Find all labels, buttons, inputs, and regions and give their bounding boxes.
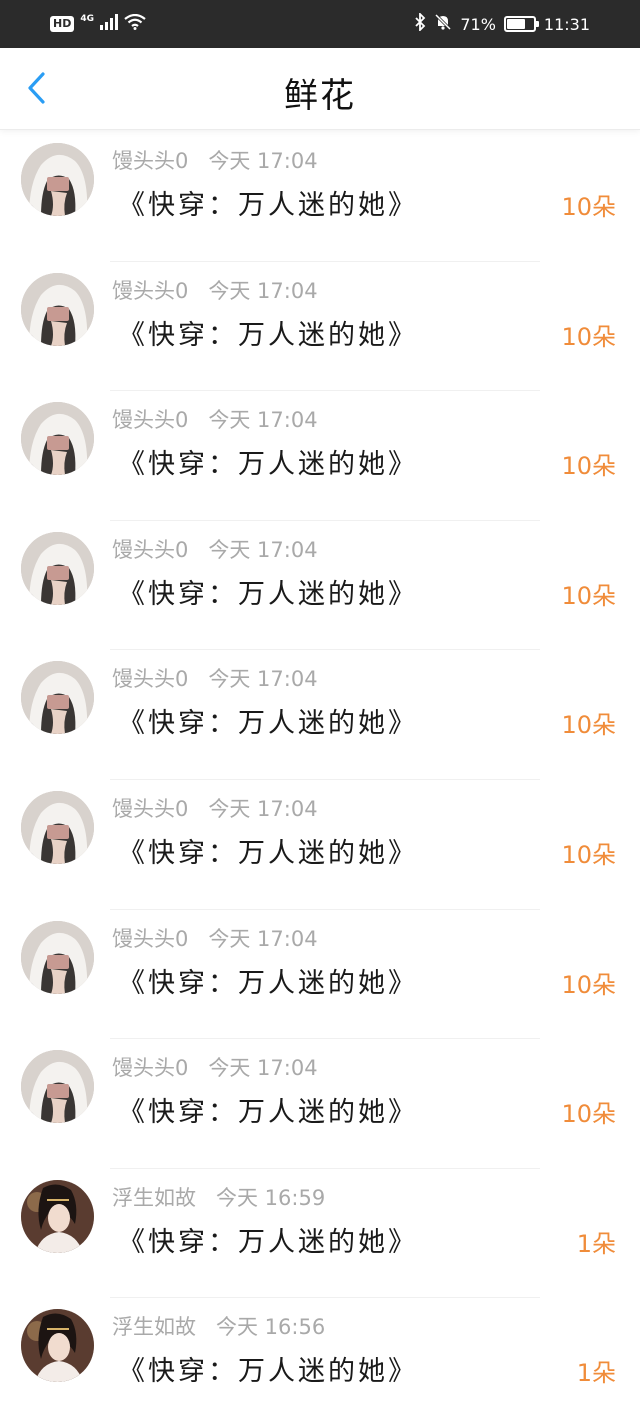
- avatar[interactable]: [21, 1179, 94, 1253]
- item-meta: 馒头头0 今天 17:04: [112, 793, 318, 823]
- item-meta: 馒头头0 今天 17:04: [112, 404, 318, 434]
- page-title: 鲜花: [284, 76, 356, 116]
- item-meta: 浮生如故 今天 16:56: [112, 1311, 325, 1341]
- username: 馒头头0: [112, 796, 189, 821]
- list-item[interactable]: 馒头头0 今天 17:04 《快穿：万人迷的她》 10朵: [0, 649, 640, 779]
- status-bar: HD 4G 71% 11:31: [0, 0, 640, 48]
- timestamp: 今天 17:04: [208, 1056, 318, 1081]
- username: 馒头头0: [112, 1056, 189, 1081]
- avatar-image: [21, 402, 94, 476]
- username: 浮生如故: [112, 1315, 196, 1340]
- avatar-image: [21, 920, 94, 994]
- username: 馒头头0: [112, 408, 189, 433]
- avatar[interactable]: [21, 1050, 94, 1124]
- avatar-image: [21, 661, 94, 735]
- flower-count: 10朵: [561, 581, 616, 610]
- mute-bell-icon: [434, 13, 452, 35]
- flower-count: 10朵: [561, 970, 616, 999]
- wifi-icon: [124, 13, 146, 34]
- avatar[interactable]: [21, 143, 94, 216]
- item-meta: 馒头头0 今天 17:04: [112, 534, 318, 564]
- item-meta: 馒头头0 今天 17:04: [112, 663, 318, 693]
- network-type: 4G: [80, 13, 94, 24]
- status-right: 71% 11:31: [414, 11, 590, 36]
- avatar-image: [21, 531, 94, 605]
- list-item[interactable]: 馒头头0 今天 17:04 《快穿：万人迷的她》 10朵: [0, 390, 640, 520]
- book-title[interactable]: 《快穿：万人迷的她》: [118, 442, 418, 481]
- top-bar: 鲜花: [0, 48, 640, 130]
- flower-list: 馒头头0 今天 17:04 《快穿：万人迷的她》 10朵 馒头头0 今天 17:04…: [0, 131, 640, 1427]
- avatar-image: [21, 272, 94, 346]
- list-item[interactable]: 浮生如故 今天 16:56 《快穿：万人迷的她》 1朵: [0, 1297, 640, 1427]
- username: 馒头头0: [112, 667, 189, 692]
- item-meta: 浮生如故 今天 16:59: [112, 1182, 325, 1212]
- item-meta: 馒头头0 今天 17:04: [112, 275, 318, 305]
- flower-count: 10朵: [561, 452, 616, 481]
- list-item[interactable]: 馒头头0 今天 17:04 《快穿：万人迷的她》 10朵: [0, 778, 640, 909]
- avatar[interactable]: [21, 790, 94, 864]
- avatar[interactable]: [21, 661, 94, 735]
- avatar-image: [21, 1050, 94, 1124]
- avatar[interactable]: [21, 272, 94, 346]
- avatar-image: [21, 790, 94, 864]
- list-item[interactable]: 馒头头0 今天 17:04 《快穿：万人迷的她》 10朵: [0, 519, 640, 650]
- flower-count: 10朵: [561, 840, 616, 869]
- list-item[interactable]: 馒头头0 今天 17:04 《快穿：万人迷的她》 10朵: [0, 908, 640, 1039]
- flower-count: 1朵: [576, 1359, 616, 1388]
- timestamp: 今天 17:04: [208, 537, 318, 562]
- hd-badge: HD: [50, 16, 75, 32]
- status-left: HD 4G: [50, 12, 146, 36]
- book-title[interactable]: 《快穿：万人迷的她》: [118, 831, 418, 870]
- avatar[interactable]: [21, 531, 94, 605]
- flower-count: 10朵: [561, 322, 616, 351]
- flower-count: 10朵: [561, 711, 616, 740]
- book-title[interactable]: 《快穿：万人迷的她》: [118, 961, 418, 1000]
- avatar[interactable]: [21, 920, 94, 994]
- list-item[interactable]: 浮生如故 今天 16:59 《快穿：万人迷的她》 1朵: [0, 1167, 640, 1298]
- timestamp: 今天 17:04: [208, 926, 318, 951]
- battery-level: [506, 19, 526, 29]
- item-meta: 馒头头0 今天 17:04: [112, 923, 318, 953]
- list-item[interactable]: 馒头头0 今天 17:04 《快穿：万人迷的她》 10朵: [0, 1038, 640, 1168]
- book-title[interactable]: 《快穿：万人迷的她》: [118, 1220, 418, 1259]
- timestamp: 今天 16:56: [216, 1315, 326, 1340]
- avatar-image: [21, 143, 94, 216]
- timestamp: 今天 17:04: [208, 667, 318, 692]
- username: 馒头头0: [112, 926, 189, 951]
- battery-percent: 71%: [460, 14, 496, 34]
- item-meta: 馒头头0 今天 17:04: [112, 145, 318, 175]
- book-title[interactable]: 《快穿：万人迷的她》: [118, 313, 418, 352]
- username: 浮生如故: [112, 1185, 196, 1210]
- flower-count: 10朵: [561, 1100, 616, 1129]
- timestamp: 今天 17:04: [208, 278, 318, 303]
- book-title[interactable]: 《快穿：万人迷的她》: [118, 1090, 418, 1129]
- avatar[interactable]: [21, 1309, 94, 1383]
- book-title[interactable]: 《快穿：万人迷的她》: [118, 572, 418, 611]
- book-title[interactable]: 《快穿：万人迷的她》: [118, 183, 418, 222]
- avatar-image: [21, 1309, 94, 1383]
- clock: 11:31: [543, 14, 590, 34]
- list-item[interactable]: 馒头头0 今天 17:04 《快穿：万人迷的她》 10朵: [0, 131, 640, 261]
- timestamp: 今天 17:04: [208, 408, 318, 433]
- book-title[interactable]: 《快穿：万人迷的她》: [118, 701, 418, 740]
- timestamp: 今天 16:59: [216, 1185, 326, 1210]
- list-item[interactable]: 馒头头0 今天 17:04 《快穿：万人迷的她》 10朵: [0, 260, 640, 391]
- avatar[interactable]: [21, 402, 94, 476]
- item-meta: 馒头头0 今天 17:04: [112, 1052, 318, 1082]
- flower-count: 1朵: [576, 1229, 616, 1258]
- username: 馒头头0: [112, 149, 189, 173]
- flower-count: 10朵: [561, 193, 616, 221]
- username: 馒头头0: [112, 537, 189, 562]
- battery-icon: [503, 16, 539, 32]
- bluetooth-icon: [414, 11, 426, 35]
- timestamp: 今天 17:04: [208, 149, 318, 173]
- timestamp: 今天 17:04: [208, 796, 318, 821]
- avatar-image: [21, 1179, 94, 1253]
- book-title[interactable]: 《快穿：万人迷的她》: [118, 1349, 418, 1388]
- username: 馒头头0: [112, 278, 189, 303]
- signal-icon: [100, 14, 118, 34]
